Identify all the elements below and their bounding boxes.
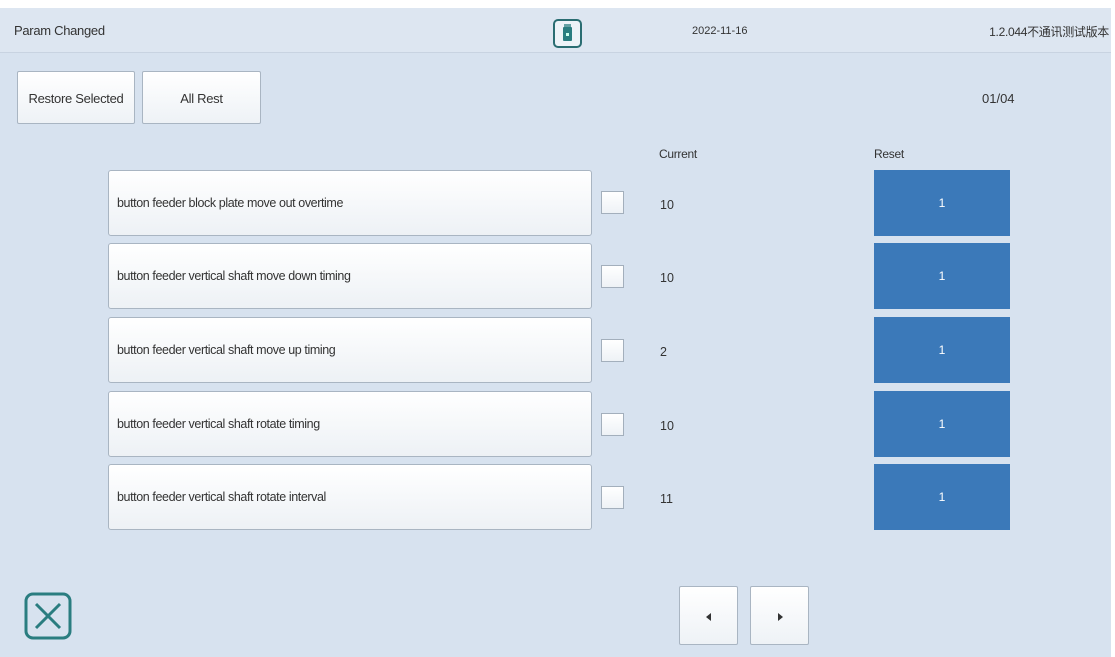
row-checkbox[interactable] xyxy=(601,339,624,362)
page-indicator: 01/04 xyxy=(982,91,1015,106)
param-name-button[interactable]: button feeder vertical shaft rotate timi… xyxy=(108,391,592,457)
row-checkbox[interactable] xyxy=(601,191,624,214)
column-header-reset: Reset xyxy=(874,147,904,161)
current-value: 10 xyxy=(660,271,674,285)
param-name-button[interactable]: button feeder block plate move out overt… xyxy=(108,170,592,236)
page-title: Param Changed xyxy=(14,23,105,38)
reset-value-button[interactable]: 1 xyxy=(874,170,1010,236)
param-name-button[interactable]: button feeder vertical shaft rotate inte… xyxy=(108,464,592,530)
row-checkbox[interactable] xyxy=(601,486,624,509)
all-rest-button[interactable]: All Rest xyxy=(142,71,261,124)
next-page-button[interactable] xyxy=(750,586,809,645)
header-bar: Param Changed 2022-11-16 1.2.044不通讯测试版本 xyxy=(0,8,1115,53)
header-date: 2022-11-16 xyxy=(692,25,748,37)
triangle-right-icon xyxy=(778,613,783,621)
reset-value-button[interactable]: 1 xyxy=(874,464,1010,530)
reset-value-button[interactable]: 1 xyxy=(874,317,1010,383)
top-border xyxy=(0,0,1115,8)
param-name-button[interactable]: button feeder vertical shaft move down t… xyxy=(108,243,592,309)
current-value: 10 xyxy=(660,198,674,212)
param-name-button[interactable]: button feeder vertical shaft move up tim… xyxy=(108,317,592,383)
reset-value-button[interactable]: 1 xyxy=(874,391,1010,457)
column-header-current: Current xyxy=(659,147,697,161)
previous-page-button[interactable] xyxy=(679,586,738,645)
header-version: 1.2.044不通讯测试版本 xyxy=(989,25,1109,39)
right-border xyxy=(1111,0,1115,657)
row-checkbox[interactable] xyxy=(601,413,624,436)
restore-selected-button[interactable]: Restore Selected xyxy=(17,71,135,124)
current-value: 2 xyxy=(660,345,667,359)
triangle-left-icon xyxy=(706,613,711,621)
current-value: 11 xyxy=(660,492,673,506)
usb-dot xyxy=(566,33,569,36)
close-x-icon[interactable] xyxy=(24,592,72,640)
row-checkbox[interactable] xyxy=(601,265,624,288)
restore-selected-label: Restore Selected xyxy=(28,91,124,106)
usb-drive-icon[interactable] xyxy=(553,19,582,48)
param-changed-screen: Param Changed 2022-11-16 1.2.044不通讯测试版本 … xyxy=(0,0,1115,657)
current-value: 10 xyxy=(660,419,674,433)
reset-value-button[interactable]: 1 xyxy=(874,243,1010,309)
all-rest-label: All Rest xyxy=(180,91,223,106)
